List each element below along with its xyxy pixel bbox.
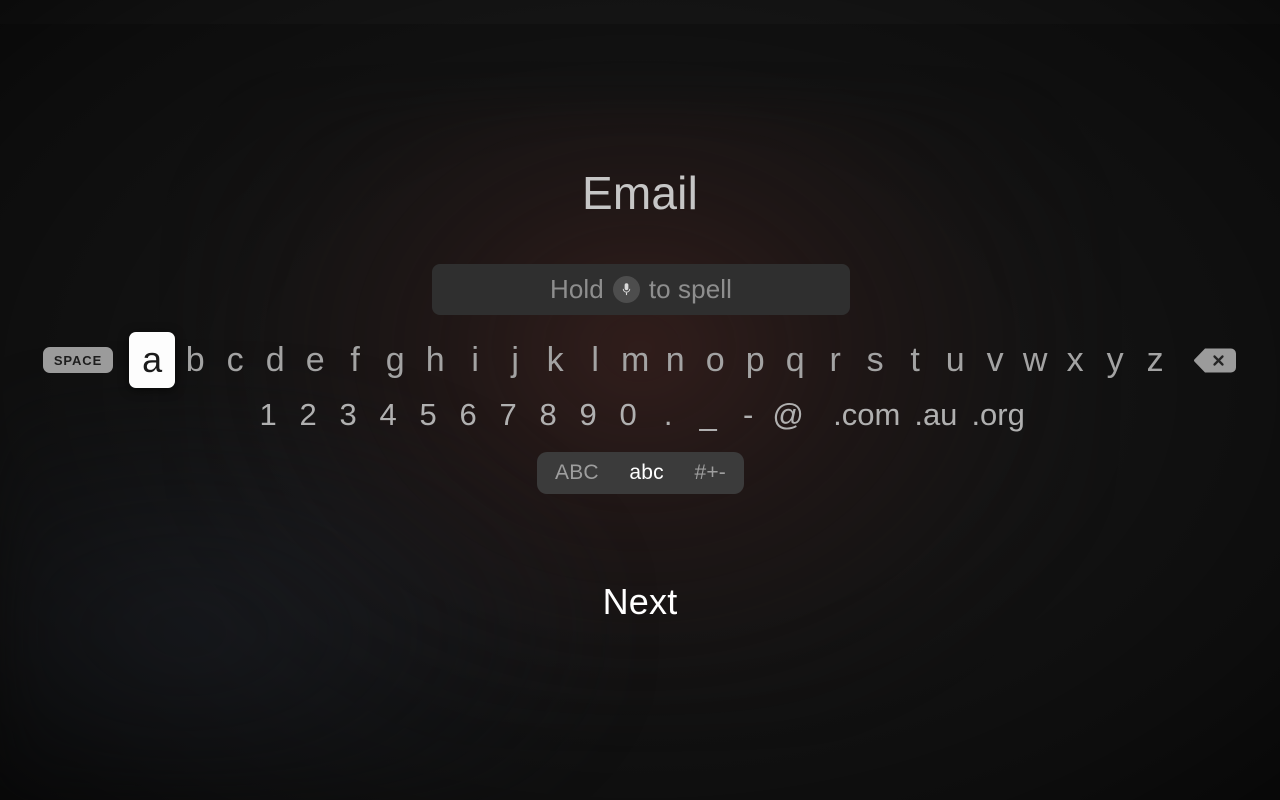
next-button[interactable]: Next <box>0 580 1280 624</box>
key-letter-i[interactable]: i <box>455 340 495 380</box>
key-number-2[interactable]: 2 <box>288 396 328 434</box>
key-letter-j[interactable]: j <box>495 340 535 380</box>
key-domain-com[interactable]: .com <box>826 396 907 434</box>
key-letter-u[interactable]: u <box>935 340 975 380</box>
symbol-keys-group: 1 2 3 4 5 6 7 8 9 0. _ - @ .com .au .org <box>248 396 1032 434</box>
key-number-3[interactable]: 3 <box>328 396 368 434</box>
key-letter-a[interactable]: a <box>129 332 176 388</box>
key-letter-w[interactable]: w <box>1015 340 1055 380</box>
mode-option-lowercase[interactable]: abc <box>629 461 663 485</box>
keyboard-row-letters: SPACE abcdefghijklmnopqrstuvwxyz <box>0 332 1280 388</box>
key-delete[interactable] <box>1193 347 1237 374</box>
letter-keys-group: abcdefghijklmnopqrstuvwxyz <box>129 332 1175 388</box>
key-letter-p[interactable]: p <box>735 340 775 380</box>
mode-option-symbols[interactable]: #+- <box>694 461 726 485</box>
mode-option-uppercase[interactable]: ABC <box>555 461 599 485</box>
key-number-0[interactable]: 0 <box>608 396 648 434</box>
microphone-icon <box>612 276 640 303</box>
key-letter-z[interactable]: z <box>1135 340 1175 380</box>
key-number-6[interactable]: 6 <box>448 396 488 434</box>
key-number-9[interactable]: 9 <box>568 396 608 434</box>
placeholder-text-after: to spell <box>648 274 733 304</box>
key-letter-b[interactable]: b <box>175 340 215 380</box>
key-letter-v[interactable]: v <box>975 340 1015 380</box>
key-letter-q[interactable]: q <box>775 340 815 380</box>
key-letter-e[interactable]: e <box>295 340 335 380</box>
key-symbol-hyphen[interactable]: - <box>728 396 768 434</box>
key-letter-s[interactable]: s <box>855 340 895 380</box>
key-letter-d[interactable]: d <box>255 340 295 380</box>
key-letter-h[interactable]: h <box>415 340 455 380</box>
key-symbol-period[interactable]: . <box>648 396 688 434</box>
key-letter-k[interactable]: k <box>535 340 575 380</box>
key-letter-l[interactable]: l <box>575 340 615 380</box>
key-domain-org[interactable]: .org <box>964 396 1031 434</box>
keyboard-row-symbols: 1 2 3 4 5 6 7 8 9 0. _ - @ .com .au .org <box>0 392 1280 438</box>
key-letter-y[interactable]: y <box>1095 340 1135 380</box>
key-letter-g[interactable]: g <box>375 340 415 380</box>
key-domain-au[interactable]: .au <box>907 396 964 434</box>
key-letter-n[interactable]: n <box>655 340 695 380</box>
key-number-8[interactable]: 8 <box>528 396 568 434</box>
key-number-4[interactable]: 4 <box>368 396 408 434</box>
key-letter-o[interactable]: o <box>695 340 735 380</box>
page-title: Email <box>581 167 699 219</box>
key-letter-r[interactable]: r <box>815 340 855 380</box>
field-placeholder: Hold to spell <box>550 274 732 305</box>
email-field[interactable]: Hold to spell <box>432 264 850 315</box>
key-letter-f[interactable]: f <box>335 340 375 380</box>
key-symbol-underscore[interactable]: _ <box>688 396 728 434</box>
key-number-7[interactable]: 7 <box>488 396 528 434</box>
key-number-1[interactable]: 1 <box>248 396 288 434</box>
key-letter-m[interactable]: m <box>615 340 655 380</box>
keyboard-mode-selector[interactable]: ABC abc #+- <box>537 452 744 494</box>
key-letter-c[interactable]: c <box>215 340 255 380</box>
key-space[interactable]: SPACE <box>42 347 114 373</box>
key-letter-x[interactable]: x <box>1055 340 1095 380</box>
placeholder-text-before: Hold <box>549 274 604 304</box>
screen-stage: Email Hold to spell SPACE abcdefghijklmn… <box>0 0 1280 800</box>
key-number-5[interactable]: 5 <box>408 396 448 434</box>
key-letter-t[interactable]: t <box>895 340 935 380</box>
key-symbol-at[interactable]: @ <box>768 396 808 434</box>
